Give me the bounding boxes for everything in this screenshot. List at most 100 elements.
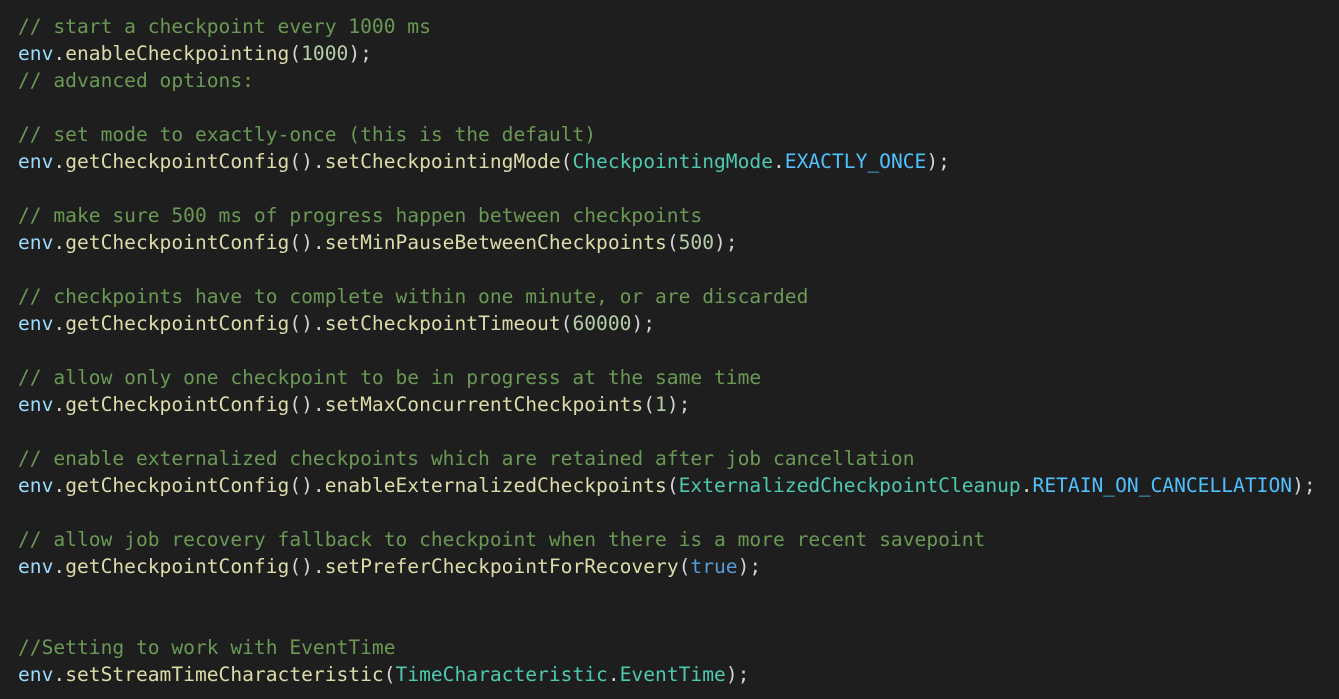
code-line[interactable]: env.getCheckpointConfig().setMinPauseBet…	[18, 229, 1339, 256]
code-punctuation: (	[678, 555, 691, 578]
code-punctuation: );	[348, 42, 372, 65]
code-method: enableExternalizedCheckpoints	[324, 474, 667, 497]
code-punctuation: );	[1292, 474, 1316, 497]
code-punctuation: );	[725, 663, 750, 686]
code-comment: // make sure 500 ms of progress happen b…	[18, 204, 703, 227]
code-punctuation: .	[53, 393, 66, 416]
code-line[interactable]: // set mode to exactly-once (this is the…	[18, 121, 1339, 148]
code-punctuation: (	[643, 393, 656, 416]
code-type: EventTime	[619, 663, 726, 686]
code-punctuation: ().	[289, 150, 325, 173]
code-punctuation: );	[714, 231, 738, 254]
code-line[interactable]: // checkpoints have to complete within o…	[18, 283, 1339, 310]
code-comment: //Setting to work with EventTime	[18, 636, 396, 659]
code-line[interactable]: // advanced options:	[18, 67, 1339, 94]
code-line[interactable]	[18, 580, 1339, 607]
code-line[interactable]: //Setting to work with EventTime	[18, 634, 1339, 661]
code-line[interactable]	[18, 607, 1339, 634]
code-punctuation: .	[53, 231, 66, 254]
code-line[interactable]: env. setStreamTimeCharacteristic(TimeChar…	[18, 661, 1339, 688]
code-number: 1	[655, 393, 667, 416]
code-line[interactable]: // make sure 500 ms of progress happen b…	[18, 202, 1339, 229]
code-method: getCheckpointConfig	[65, 312, 290, 335]
code-variable: env	[18, 555, 54, 578]
code-punctuation: .	[773, 150, 785, 173]
code-variable: env	[18, 663, 54, 686]
code-punctuation: ().	[289, 393, 325, 416]
code-variable: env	[18, 150, 54, 173]
code-punctuation: );	[737, 555, 762, 578]
code-method: setMinPauseBetweenCheckpoints	[324, 231, 667, 254]
code-method: setStreamTimeCharacteristic	[65, 663, 384, 686]
code-line[interactable]: env.getCheckpointConfig().setCheckpointT…	[18, 310, 1339, 337]
code-line[interactable]	[18, 94, 1339, 121]
code-comment: // enable externalized checkpoints which…	[18, 447, 915, 470]
code-variable: env	[18, 231, 54, 254]
code-punctuation: ().	[289, 555, 325, 578]
code-punctuation: ().	[289, 474, 325, 497]
code-method: setCheckpointingMode	[324, 150, 561, 173]
code-method: getCheckpointConfig	[65, 231, 290, 254]
code-comment: // allow job recovery fallback to checkp…	[18, 528, 986, 551]
code-keyword: true	[690, 555, 738, 578]
code-punctuation: .	[1020, 474, 1033, 497]
code-variable: env	[18, 312, 54, 335]
code-variable: env	[18, 393, 54, 416]
code-method: setPreferCheckpointForRecovery	[324, 555, 679, 578]
code-variable: env	[18, 474, 54, 497]
code-punctuation: ().	[289, 231, 325, 254]
code-punctuation: (	[383, 663, 396, 686]
code-type: TimeCharacteristic	[395, 663, 608, 686]
code-line[interactable]: env.getCheckpointConfig().setPreferCheck…	[18, 553, 1339, 580]
code-line[interactable]	[18, 175, 1339, 202]
code-punctuation: .	[607, 663, 620, 686]
code-punctuation: );	[926, 150, 950, 173]
code-punctuation: .	[53, 150, 66, 173]
code-punctuation: .	[53, 312, 66, 335]
code-method: setCheckpointTimeout	[324, 312, 561, 335]
code-punctuation: .	[53, 42, 66, 65]
code-comment: // set mode to exactly-once (this is the…	[18, 123, 597, 146]
code-line[interactable]: env.getCheckpointConfig().setCheckpointi…	[18, 148, 1339, 175]
code-type: CheckpointingMode	[572, 150, 773, 173]
code-number: 1000	[301, 42, 349, 65]
code-number: 500	[678, 231, 715, 254]
code-line[interactable]	[18, 337, 1339, 364]
code-punctuation: .	[53, 555, 66, 578]
code-constant: EXACTLY_ONCE	[784, 150, 927, 173]
code-line[interactable]: // allow only one checkpoint to be in pr…	[18, 364, 1339, 391]
code-comment: // allow only one checkpoint to be in pr…	[18, 366, 762, 389]
code-constant: RETAIN_ON_CANCELLATION	[1032, 474, 1293, 497]
code-method: getCheckpointConfig	[65, 474, 290, 497]
code-variable: env	[18, 42, 54, 65]
code-method: getCheckpointConfig	[65, 150, 290, 173]
code-line[interactable]	[18, 418, 1339, 445]
code-line[interactable]: env.enableCheckpointing(1000);	[18, 40, 1339, 67]
code-punctuation: (	[666, 231, 679, 254]
code-punctuation: (	[560, 150, 573, 173]
code-punctuation: (	[560, 312, 573, 335]
code-line[interactable]: // allow job recovery fallback to checkp…	[18, 526, 1339, 553]
code-punctuation: (	[289, 42, 302, 65]
code-type: ExternalizedCheckpointCleanup	[678, 474, 1021, 497]
code-punctuation: .	[53, 474, 66, 497]
code-method: getCheckpointConfig	[65, 393, 290, 416]
code-line[interactable]: // enable externalized checkpoints which…	[18, 445, 1339, 472]
code-line[interactable]	[18, 499, 1339, 526]
code-line[interactable]	[18, 256, 1339, 283]
code-comment: // checkpoints have to complete within o…	[18, 285, 809, 308]
code-comment: // start a checkpoint every 1000 ms	[18, 15, 431, 38]
code-number: 60000	[572, 312, 632, 335]
code-line[interactable]: env.getCheckpointConfig().setMaxConcurre…	[18, 391, 1339, 418]
code-line[interactable]: // start a checkpoint every 1000 ms	[18, 13, 1339, 40]
code-line[interactable]: env.getCheckpointConfig().enableExternal…	[18, 472, 1339, 499]
code-punctuation: );	[666, 393, 691, 416]
code-punctuation: );	[631, 312, 656, 335]
code-method: getCheckpointConfig	[65, 555, 290, 578]
code-punctuation: ().	[289, 312, 325, 335]
code-method: enableCheckpointing	[65, 42, 290, 65]
code-method: setMaxConcurrentCheckpoints	[324, 393, 644, 416]
code-editor[interactable]: // start a checkpoint every 1000 ms env.e…	[0, 0, 1339, 699]
code-comment: // advanced options:	[18, 69, 254, 92]
code-punctuation: (	[666, 474, 679, 497]
